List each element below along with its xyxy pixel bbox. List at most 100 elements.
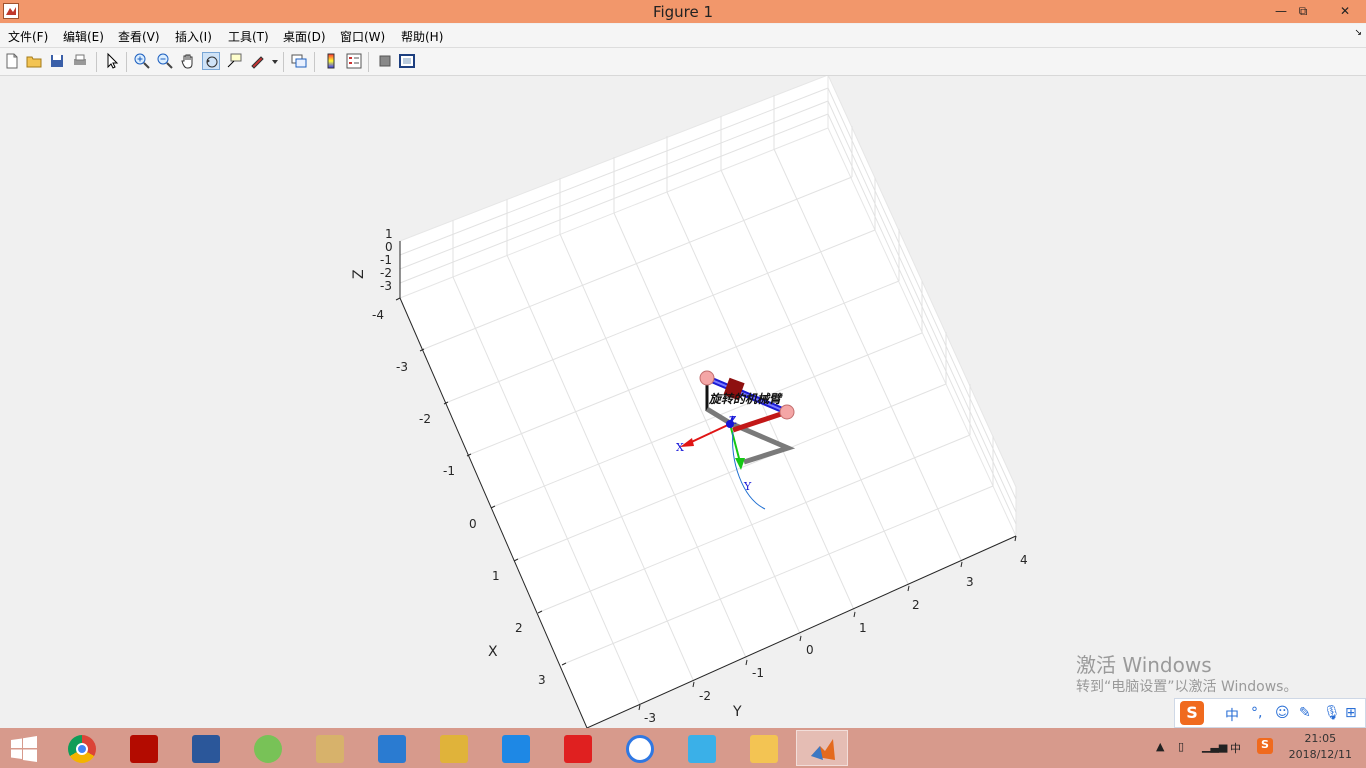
- robot-joint-sphere: [699, 370, 715, 386]
- menu-overflow-icon[interactable]: ↘: [1354, 28, 1362, 38]
- x-tick-label: -3: [396, 360, 408, 374]
- file-explorer-icon[interactable]: [738, 730, 790, 766]
- tray-language-indicator[interactable]: 中: [1230, 740, 1241, 756]
- x-tick-label: -2: [419, 412, 431, 426]
- ime-punctuation-icon[interactable]: °,: [1251, 705, 1262, 721]
- window-title: Figure 1: [652, 3, 714, 21]
- figure-toolbar: [0, 48, 1366, 76]
- matlab-icon[interactable]: [796, 730, 848, 766]
- activation-watermark-title: 激活 Windows: [1076, 653, 1212, 677]
- menu-tools[interactable]: 工具(T): [228, 28, 269, 45]
- minimize-button[interactable]: —: [1270, 0, 1292, 23]
- zoom-out-icon[interactable]: [156, 52, 174, 70]
- menu-help[interactable]: 帮助(H): [401, 28, 443, 45]
- frame-y-label: Y: [743, 480, 752, 493]
- word-icon[interactable]: [180, 730, 232, 766]
- frame-x-label: X: [676, 441, 684, 454]
- brush-dropdown-icon[interactable]: [266, 52, 278, 70]
- x-tick-label: -1: [443, 464, 455, 478]
- x-tick-label: 1: [492, 569, 500, 583]
- activation-watermark-text: 转到“电脑设置”以激活 Windows。: [1076, 679, 1298, 695]
- ime-chinese-mode-icon[interactable]: 中: [1225, 705, 1239, 725]
- data-cursor-icon[interactable]: [225, 52, 243, 70]
- android-studio-icon[interactable]: [242, 730, 294, 766]
- y-tick-label: -1: [752, 666, 764, 680]
- ime-toolbar: S 中 °, ☺ ✎ 🎙 ⊞: [1174, 698, 1366, 728]
- chrome-icon[interactable]: [56, 730, 108, 766]
- restore-button[interactable]: ⧉: [1292, 0, 1314, 23]
- legend-icon[interactable]: [345, 52, 363, 70]
- open-file-icon[interactable]: [25, 52, 43, 70]
- rotate-3d-icon[interactable]: [202, 52, 220, 70]
- menu-window[interactable]: 窗口(W): [340, 28, 385, 45]
- system-clock[interactable]: 21:05 2018/12/11: [1289, 731, 1352, 763]
- y-tick-label: -2: [699, 689, 711, 703]
- pan-hand-icon[interactable]: [179, 52, 197, 70]
- save-icon[interactable]: [48, 52, 66, 70]
- y-tick-label: 3: [966, 575, 974, 589]
- y-axis-label: Y: [732, 704, 742, 720]
- youdao-icon[interactable]: [552, 730, 604, 766]
- y-tick-label: 1: [859, 621, 867, 635]
- brush-icon[interactable]: [248, 52, 266, 70]
- network-icon[interactable]: [676, 730, 728, 766]
- start-button-windows-icon[interactable]: [10, 736, 38, 762]
- hide-plot-tools-icon[interactable]: [376, 52, 394, 70]
- print-icon[interactable]: [71, 52, 89, 70]
- z-tick-label: -3: [380, 279, 392, 293]
- close-button[interactable]: ✕: [1330, 0, 1360, 23]
- toolbar-separator: [368, 52, 369, 72]
- menu-insert[interactable]: 插入(I): [175, 28, 212, 45]
- autocad-icon[interactable]: [304, 730, 356, 766]
- new-figure-icon[interactable]: [3, 52, 21, 70]
- link-plot-icon[interactable]: [290, 52, 308, 70]
- axes-3d[interactable]: -4 -3 -2 -1 0 1 2 3 -3 -2 -1 0 1 2 3 4 1…: [0, 76, 1366, 728]
- microsoft-planner-icon[interactable]: [490, 730, 542, 766]
- toolbar-separator: [283, 52, 284, 72]
- ime-voice-icon[interactable]: 🎙: [1323, 705, 1341, 721]
- ime-handwrite-icon[interactable]: ✎: [1299, 705, 1311, 721]
- colorbar-icon[interactable]: [322, 52, 340, 70]
- show-plot-tools-icon[interactable]: [398, 52, 416, 70]
- title-bar: Figure 1 — ⧉ ✕: [0, 0, 1366, 23]
- figure-canvas[interactable]: -4 -3 -2 -1 0 1 2 3 -3 -2 -1 0 1 2 3 4 1…: [0, 76, 1366, 728]
- ime-toolbox-icon[interactable]: ⊞: [1345, 705, 1357, 721]
- x-tick-label: 0: [469, 517, 477, 531]
- y-tick-label: 4: [1020, 553, 1028, 567]
- tray-network-icon[interactable]: ▁▃▅: [1202, 740, 1227, 753]
- y-tick-label: -3: [644, 711, 656, 725]
- y-tick-label: 2: [912, 598, 920, 612]
- edit-plot-cursor-icon[interactable]: [103, 52, 121, 70]
- z-axis-label: Z: [351, 269, 367, 279]
- toolbar-separator: [314, 52, 315, 72]
- x-axis-label: X: [488, 644, 498, 660]
- toolbar-separator: [126, 52, 127, 72]
- sogou-icon[interactable]: S: [1180, 701, 1204, 725]
- x-tick-label: 2: [515, 621, 523, 635]
- tray-show-hidden-icon[interactable]: ▲: [1156, 740, 1164, 753]
- baidu-netdisk-icon[interactable]: [614, 730, 666, 766]
- x-tick-label: -4: [372, 308, 384, 322]
- clock-time: 21:05: [1304, 732, 1337, 745]
- mathtype-icon[interactable]: [366, 730, 418, 766]
- z-tick-label: -2: [380, 266, 392, 280]
- acrobat-icon[interactable]: [118, 730, 170, 766]
- menu-edit[interactable]: 编辑(E): [63, 28, 104, 45]
- z-tick-label: -1: [380, 253, 392, 267]
- menu-bar: 文件(F) 编辑(E) 查看(V) 插入(I) 工具(T) 桌面(D) 窗口(W…: [0, 24, 1366, 48]
- clock-date: 2018/12/11: [1288, 748, 1352, 761]
- robot-joint-sphere: [779, 404, 795, 420]
- tray-device-icon[interactable]: ▯: [1178, 740, 1184, 753]
- x-tick-label: 3: [538, 673, 546, 687]
- z-tick-label: 1: [385, 227, 393, 241]
- jenga-icon[interactable]: [428, 730, 480, 766]
- menu-view[interactable]: 查看(V): [118, 28, 160, 45]
- toolbar-separator: [96, 52, 97, 72]
- zoom-in-icon[interactable]: [133, 52, 151, 70]
- ime-emoji-icon[interactable]: ☺: [1275, 705, 1290, 721]
- tray-sogou-icon[interactable]: S: [1257, 738, 1273, 754]
- robot-title-label: 旋转的机械臂: [708, 392, 783, 406]
- menu-desktop[interactable]: 桌面(D): [283, 28, 326, 45]
- z-tick-label: 0: [385, 240, 393, 254]
- menu-file[interactable]: 文件(F): [8, 28, 48, 45]
